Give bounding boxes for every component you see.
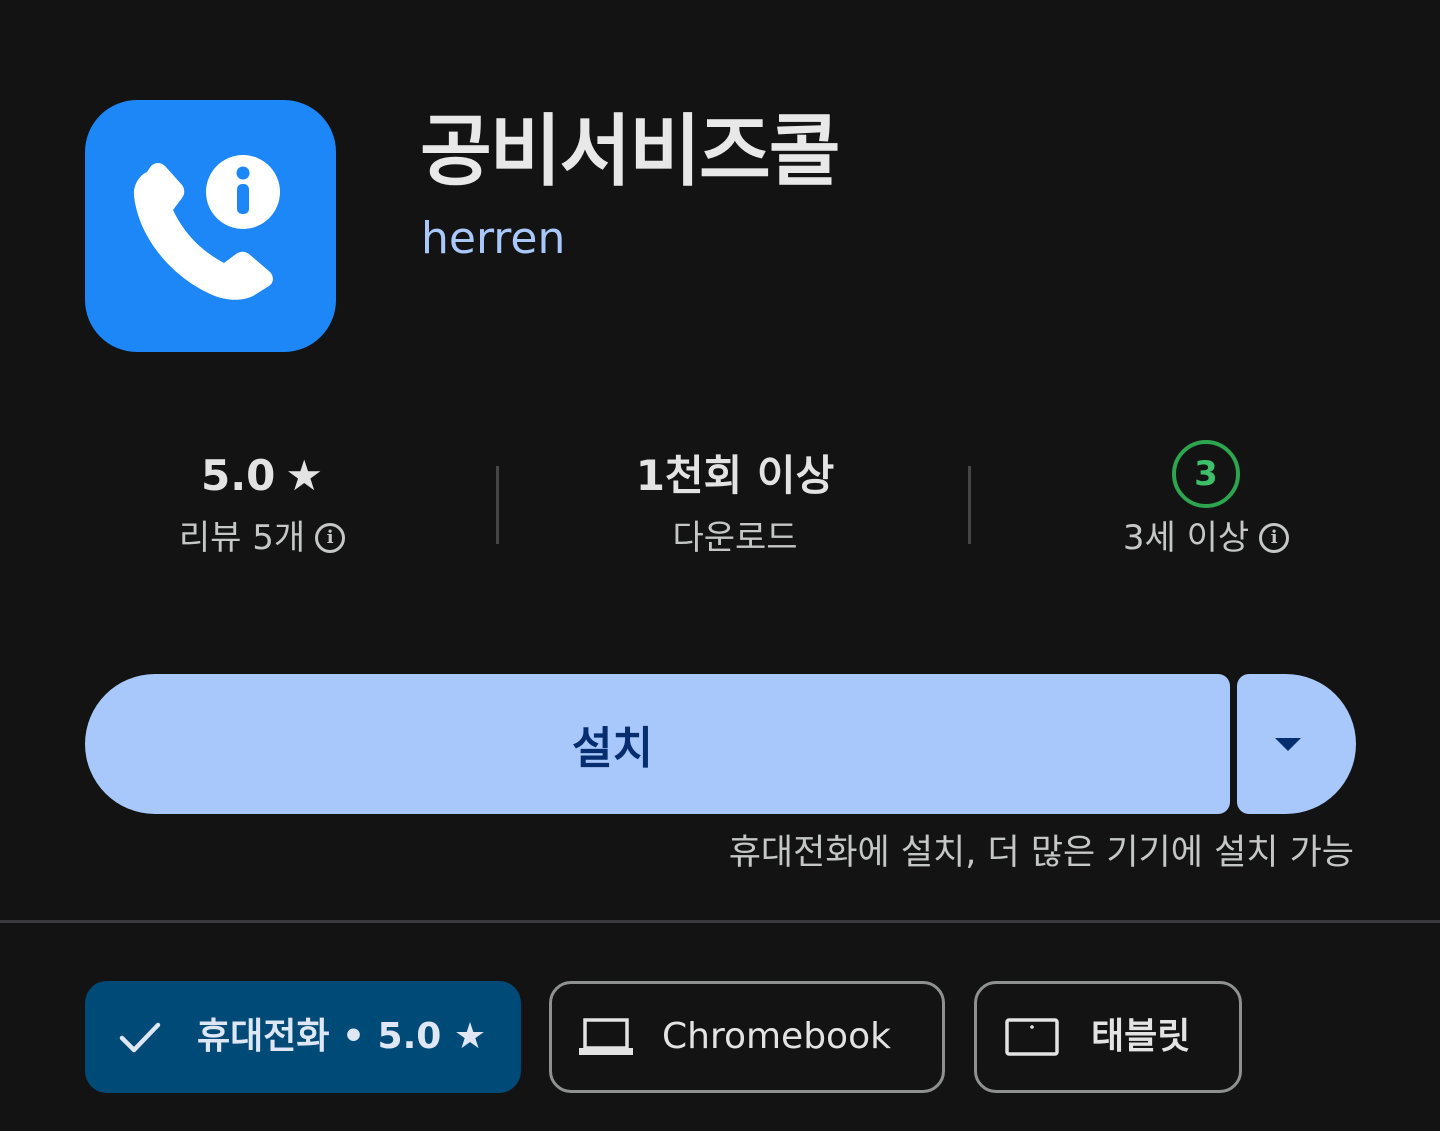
age-rating-badge: 3 xyxy=(1172,440,1240,508)
review-count-label: 리뷰 5개 xyxy=(178,518,306,558)
device-chip-tablet[interactable]: 태블릿 xyxy=(974,981,1242,1093)
phone-with-info-icon xyxy=(133,155,280,300)
device-chip-tablet-label: 태블릿 xyxy=(1091,1016,1191,1057)
review-count-row: 리뷰 5개 i xyxy=(160,514,364,562)
rating-stat[interactable]: 5.0 ★ 리뷰 5개 i xyxy=(160,448,364,562)
downloads-value: 1천회 이상 xyxy=(635,451,835,500)
section-divider xyxy=(0,920,1440,923)
device-chip-chromebook-label: Chromebook xyxy=(662,1016,891,1057)
laptop-icon xyxy=(579,1018,633,1055)
age-rating-row: 3세 이상 i xyxy=(1100,514,1312,562)
app-title: 공비서비즈콜 xyxy=(420,107,841,197)
stat-divider xyxy=(968,466,971,544)
install-options-dropdown[interactable] xyxy=(1237,674,1356,814)
age-rating-label: 3세 이상 xyxy=(1122,518,1250,558)
device-chip-chromebook[interactable]: Chromebook xyxy=(549,981,945,1093)
device-chip-phone[interactable]: 휴대전화 • 5.0 ★ xyxy=(85,981,521,1093)
star-icon: ★ xyxy=(453,1016,487,1057)
tablet-icon xyxy=(1005,1018,1059,1056)
install-availability-note: 휴대전화에 설치, 더 많은 기기에 설치 가능 xyxy=(728,833,1354,873)
app-icon xyxy=(85,100,336,352)
caret-down-icon xyxy=(1275,738,1301,751)
check-icon xyxy=(119,1022,161,1053)
info-icon[interactable]: i xyxy=(315,523,346,553)
install-button[interactable]: 설치 xyxy=(85,674,1230,814)
rating-value: 5.0 xyxy=(200,451,276,500)
stat-divider xyxy=(496,466,499,544)
info-icon[interactable]: i xyxy=(1259,523,1290,553)
downloads-label: 다운로드 xyxy=(672,518,798,558)
rating-value-row: 5.0 ★ xyxy=(160,448,364,504)
downloads-stat: 1천회 이상 다운로드 xyxy=(600,448,870,562)
device-chip-phone-label: 휴대전화 • 5.0 ★ xyxy=(197,1016,487,1057)
age-rating-stat[interactable]: 3 3세 이상 i xyxy=(1100,440,1312,562)
star-icon: ★ xyxy=(285,451,324,500)
install-button-label: 설치 xyxy=(572,723,653,774)
developer-link[interactable]: herren xyxy=(421,212,565,266)
